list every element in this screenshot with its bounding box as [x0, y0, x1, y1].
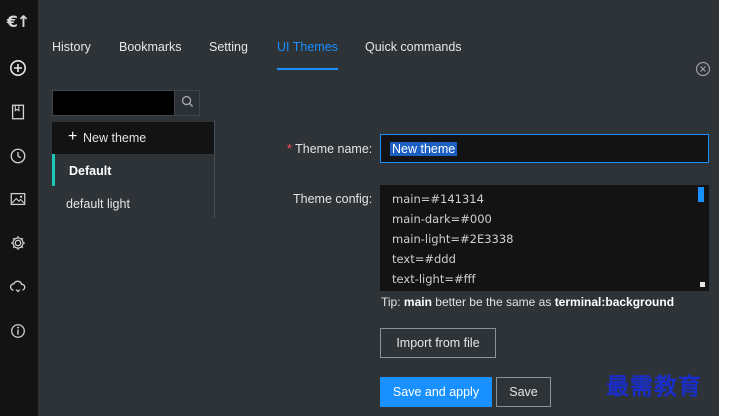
tab-setting[interactable]: Setting — [209, 40, 248, 70]
theme-search-input[interactable] — [53, 91, 174, 115]
config-line: text=#ddd — [392, 252, 456, 266]
theme-name-label-text: Theme name: — [295, 142, 373, 156]
theme-search — [52, 90, 200, 116]
config-scrollbar[interactable] — [698, 187, 704, 202]
watermark-logo: 最需教育 — [606, 373, 702, 400]
theme-name-input[interactable]: New theme — [380, 134, 709, 163]
tip-strong-main: main — [403, 295, 432, 309]
theme-config-label: Theme config: — [293, 192, 373, 206]
tab-history[interactable]: History — [52, 40, 91, 70]
search-button[interactable] — [174, 91, 199, 115]
theme-item-label: Default — [69, 164, 112, 178]
tab-quick-commands[interactable]: Quick commands — [365, 40, 462, 70]
right-edge — [719, 0, 732, 416]
config-line: text-light=#fff — [392, 272, 476, 286]
image-icon[interactable] — [8, 189, 28, 209]
config-line: main-dark=#000 — [392, 212, 492, 226]
main-panel: History Bookmarks Setting UI Themes Quic… — [38, 0, 719, 416]
add-circle-icon[interactable] — [8, 58, 28, 78]
search-icon — [181, 95, 194, 111]
config-tip: Tip: main better be the same as terminal… — [381, 295, 674, 309]
import-from-file-button[interactable]: Import from file — [380, 328, 496, 358]
left-icon-bar: €↑ — [0, 0, 38, 416]
theme-list: + New theme Default default light — [52, 120, 215, 218]
new-theme-label: New theme — [83, 131, 147, 145]
tab-bar: History Bookmarks Setting UI Themes Quic… — [38, 40, 719, 70]
tab-ui-themes[interactable]: UI Themes — [277, 40, 338, 70]
new-theme-button[interactable]: + New theme — [52, 122, 214, 154]
cloud-sync-icon[interactable] — [8, 277, 28, 297]
history-clock-icon[interactable] — [8, 146, 28, 166]
selected-indicator — [52, 154, 55, 186]
save-and-apply-button[interactable]: Save and apply — [380, 377, 492, 407]
tip-middle: better be the same as — [435, 295, 552, 309]
theme-name-label: * Theme name: — [287, 142, 372, 156]
tab-bookmarks[interactable]: Bookmarks — [119, 40, 182, 70]
theme-config-textarea[interactable]: main=#141314 main-dark=#000 main-light=#… — [380, 185, 709, 291]
theme-name-value: New theme — [390, 142, 458, 156]
theme-item-default[interactable]: Default — [52, 154, 214, 186]
plus-icon: + — [68, 128, 78, 145]
save-button[interactable]: Save — [496, 377, 551, 407]
theme-item-label: default light — [66, 197, 130, 211]
resize-handle[interactable] — [700, 282, 705, 287]
tip-strong-terminal: terminal:background — [554, 295, 675, 309]
tip-prefix: Tip: — [381, 295, 401, 309]
bookmark-icon[interactable] — [8, 102, 28, 122]
config-line: main-light=#2E3338 — [392, 232, 514, 246]
close-icon[interactable] — [695, 61, 711, 77]
list-divider — [214, 120, 215, 218]
info-icon[interactable] — [8, 321, 28, 341]
required-mark: * — [287, 142, 292, 156]
app-logo[interactable]: €↑ — [7, 11, 31, 31]
config-line: main=#141314 — [392, 192, 484, 206]
gear-icon[interactable] — [8, 233, 28, 253]
theme-item-default-light[interactable]: default light — [52, 186, 214, 218]
